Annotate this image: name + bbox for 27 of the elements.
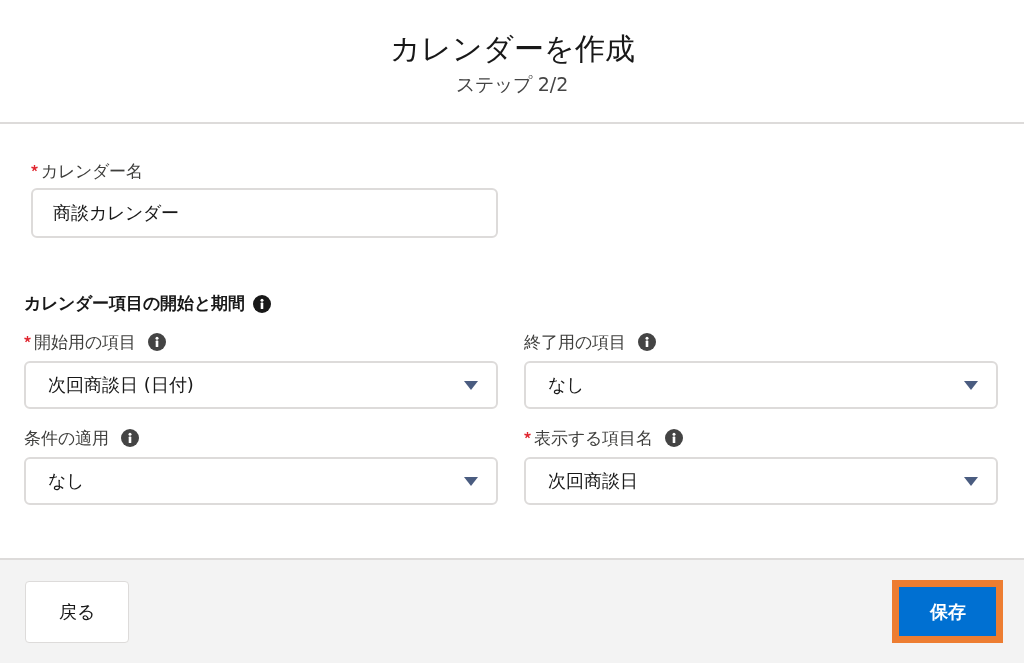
dropdown-field[interactable]: 次回商談日 (日付) <box>24 361 498 409</box>
step-indicator: ステップ 2/2 <box>455 71 569 97</box>
required-asterisk-icon <box>524 431 531 439</box>
info-icon <box>148 333 166 351</box>
dropdown-field[interactable]: 次回商談日 <box>524 457 998 505</box>
field-label: 終了用の項目 <box>524 330 626 354</box>
field-label: 開始用の項目 <box>24 330 136 354</box>
dropdown-caret-icon <box>964 380 978 390</box>
required-asterisk-icon <box>31 164 38 172</box>
field-label: カレンダー名 <box>31 159 143 183</box>
dropdown-field[interactable]: なし <box>24 457 498 505</box>
dropdown-caret-icon <box>464 380 478 390</box>
dropdown-caret-icon <box>964 476 978 486</box>
info-icon <box>638 333 656 351</box>
save-button[interactable]: 保存 <box>899 587 996 636</box>
required-asterisk-icon <box>24 335 31 343</box>
section-heading: カレンダー項目の開始と期間 <box>24 292 245 315</box>
dropdown-field[interactable]: なし <box>524 361 998 409</box>
field-label: 条件の適用 <box>24 426 109 450</box>
field-label: 表示する項目名 <box>524 426 653 450</box>
back-button[interactable]: 戻る <box>25 580 129 643</box>
dialog-title: カレンダーを作成 <box>389 29 635 68</box>
info-icon <box>121 429 139 447</box>
info-icon <box>253 294 271 313</box>
calendar-name-input[interactable]: 商談カレンダー <box>31 188 498 238</box>
dropdown-caret-icon <box>464 476 478 486</box>
info-icon <box>665 429 683 447</box>
